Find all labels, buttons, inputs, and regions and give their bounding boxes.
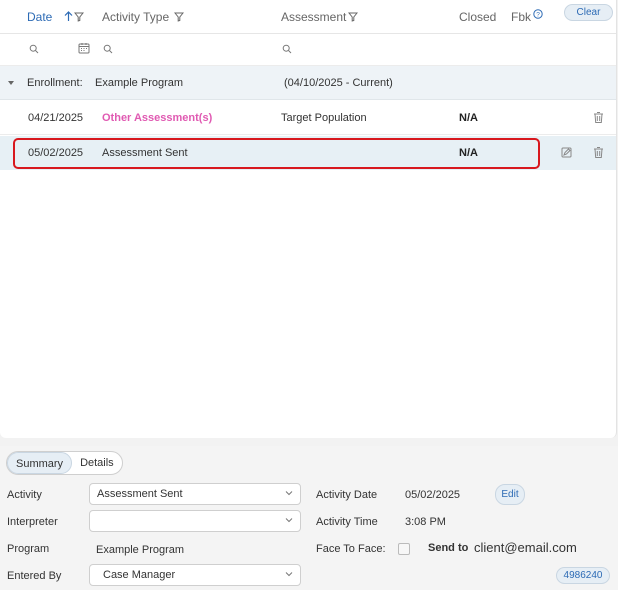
entered-by-select[interactable]: Case Manager [89, 564, 301, 586]
activity-time-label: Activity Time [316, 516, 378, 528]
selection-highlight [13, 138, 540, 169]
grid-header: Date Activity Type Assessment Closed Fbk… [0, 0, 616, 34]
edit-date-button[interactable]: Edit [495, 484, 525, 505]
enrollment-group-row[interactable]: Enrollment: Example Program (04/10/2025 … [0, 66, 616, 100]
send-to-value: client@email.com [474, 540, 577, 555]
search-icon[interactable] [103, 44, 113, 54]
entered-by-label: Entered By [7, 570, 62, 582]
col-activity-type-header[interactable]: Activity Type [102, 10, 169, 24]
col-closed-header[interactable]: Closed [459, 10, 496, 24]
detail-panel: Summary Details Activity Assessment Sent… [0, 446, 618, 590]
face-to-face-checkbox[interactable] [398, 543, 410, 555]
chevron-down-icon [285, 572, 293, 577]
face-to-face-label: Face To Face: [316, 543, 386, 555]
edit-note-icon[interactable] [561, 147, 572, 158]
detail-tabs: Summary Details [6, 451, 123, 475]
program-value: Example Program [96, 544, 185, 556]
clear-button[interactable]: Clear [564, 4, 613, 21]
table-row[interactable]: 04/21/2025 Other Assessment(s) Target Po… [0, 101, 616, 135]
search-icon[interactable] [282, 44, 292, 54]
send-to-label: Send to [428, 542, 469, 554]
calendar-icon[interactable] [78, 42, 90, 54]
group-label: Enrollment: [27, 77, 83, 89]
row-closed: N/A [459, 112, 478, 124]
activity-date-value: 05/02/2025 [405, 489, 461, 501]
filter-icon[interactable] [74, 12, 84, 22]
tab-details[interactable]: Details [72, 452, 122, 474]
collapse-caret-icon[interactable] [8, 81, 14, 85]
entered-by-select-value: Case Manager [103, 569, 176, 581]
trash-icon[interactable] [593, 111, 604, 124]
activity-label: Activity [7, 489, 42, 501]
col-fbk-header[interactable]: Fbk [511, 10, 531, 24]
group-date-range: (04/10/2025 - Current) [284, 77, 393, 89]
sort-ascending-icon[interactable] [64, 11, 73, 22]
group-program: Example Program [95, 77, 184, 89]
activity-select[interactable]: Assessment Sent [89, 483, 301, 505]
col-date-header[interactable]: Date [27, 10, 52, 24]
chevron-down-icon [285, 518, 293, 523]
filter-icon[interactable] [348, 12, 358, 22]
trash-icon[interactable] [593, 146, 604, 159]
search-icon[interactable] [29, 44, 39, 54]
filter-row [0, 34, 616, 66]
interpreter-label: Interpreter [7, 516, 58, 528]
filter-icon[interactable] [174, 12, 184, 22]
info-icon[interactable]: ? [533, 9, 543, 19]
row-assessment: Target Population [281, 112, 367, 124]
record-id-badge: 4986240 [556, 567, 610, 584]
row-date: 04/21/2025 [28, 112, 84, 124]
tab-summary[interactable]: Summary [7, 452, 73, 474]
col-assessment-header[interactable]: Assessment [281, 10, 346, 24]
row-activity-type-link[interactable]: Other Assessment(s) [102, 112, 212, 124]
svg-text:?: ? [536, 12, 540, 19]
activity-grid: Date Activity Type Assessment Closed Fbk… [0, 0, 617, 438]
activity-time-value: 3:08 PM [405, 516, 446, 528]
interpreter-select[interactable] [89, 510, 301, 532]
activity-select-value: Assessment Sent [97, 488, 183, 500]
activity-date-label: Activity Date [316, 489, 378, 501]
chevron-down-icon [285, 491, 293, 496]
program-label: Program [7, 543, 50, 555]
